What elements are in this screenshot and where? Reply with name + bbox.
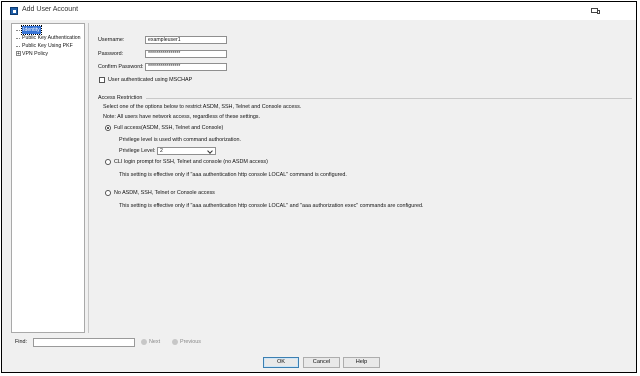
mschap-checkbox[interactable] xyxy=(99,77,105,83)
dialog-window: Add User Account Identity Public Key Aut… xyxy=(1,1,637,373)
confirm-password-label: Confirm Password: xyxy=(98,64,144,70)
next-icon[interactable] xyxy=(141,339,147,345)
access-restriction-title: Access Restriction xyxy=(98,95,143,101)
access-instruction: Select one of the options below to restr… xyxy=(103,104,302,110)
username-label: Username: xyxy=(98,37,125,43)
access-note: Note: All users have network access, reg… xyxy=(103,114,261,120)
title-bar: Add User Account xyxy=(2,2,636,20)
find-input[interactable] xyxy=(33,338,135,347)
previous-icon[interactable] xyxy=(172,339,178,345)
restore-icon[interactable] xyxy=(591,8,600,14)
app-icon xyxy=(10,7,18,15)
full-access-radio[interactable] xyxy=(105,125,111,131)
cli-login-description: This setting is effective only if "aaa a… xyxy=(119,172,347,178)
privilege-level-label: Privilege Level: xyxy=(119,148,156,154)
no-access-description: This setting is effective only if "aaa a… xyxy=(119,203,424,209)
identity-panel: Username: exampleuser1 Password: *******… xyxy=(88,23,636,333)
password-field[interactable]: **************** xyxy=(145,50,227,58)
next-button[interactable]: Next xyxy=(149,339,160,345)
chevron-down-icon xyxy=(207,148,213,154)
previous-button[interactable]: Previous xyxy=(180,339,201,345)
privilege-level-value: 2 xyxy=(160,148,163,154)
confirm-password-field[interactable]: **************** xyxy=(145,63,227,71)
find-label: Find: xyxy=(15,339,27,345)
username-field[interactable]: exampleuser1 xyxy=(145,36,227,44)
no-access-radio[interactable] xyxy=(105,190,111,196)
cancel-button[interactable]: Cancel xyxy=(303,357,340,368)
full-access-label: Full access(ASDM, SSH, Telnet and Consol… xyxy=(114,125,224,131)
window-title: Add User Account xyxy=(22,6,79,13)
mschap-label: User authenticated using MSCHAP xyxy=(108,77,193,83)
password-label: Password: xyxy=(98,51,124,57)
ok-button[interactable]: OK xyxy=(263,357,299,368)
full-access-description: Privilege level is used with command aut… xyxy=(119,137,241,143)
help-button[interactable]: Help xyxy=(343,357,380,368)
privilege-level-select[interactable]: 2 xyxy=(157,147,216,155)
section-divider xyxy=(146,98,632,99)
cli-login-label: CLI login prompt for SSH, Telnet and con… xyxy=(114,159,268,165)
find-bar: Find: Next Previous xyxy=(11,337,636,349)
cli-login-radio[interactable] xyxy=(105,159,111,165)
no-access-label: No ASDM, SSH, Telnet or Console access xyxy=(114,190,215,196)
expand-icon[interactable]: + xyxy=(16,51,21,57)
navigation-tree: Identity Public Key Authentication Publi… xyxy=(11,23,85,333)
